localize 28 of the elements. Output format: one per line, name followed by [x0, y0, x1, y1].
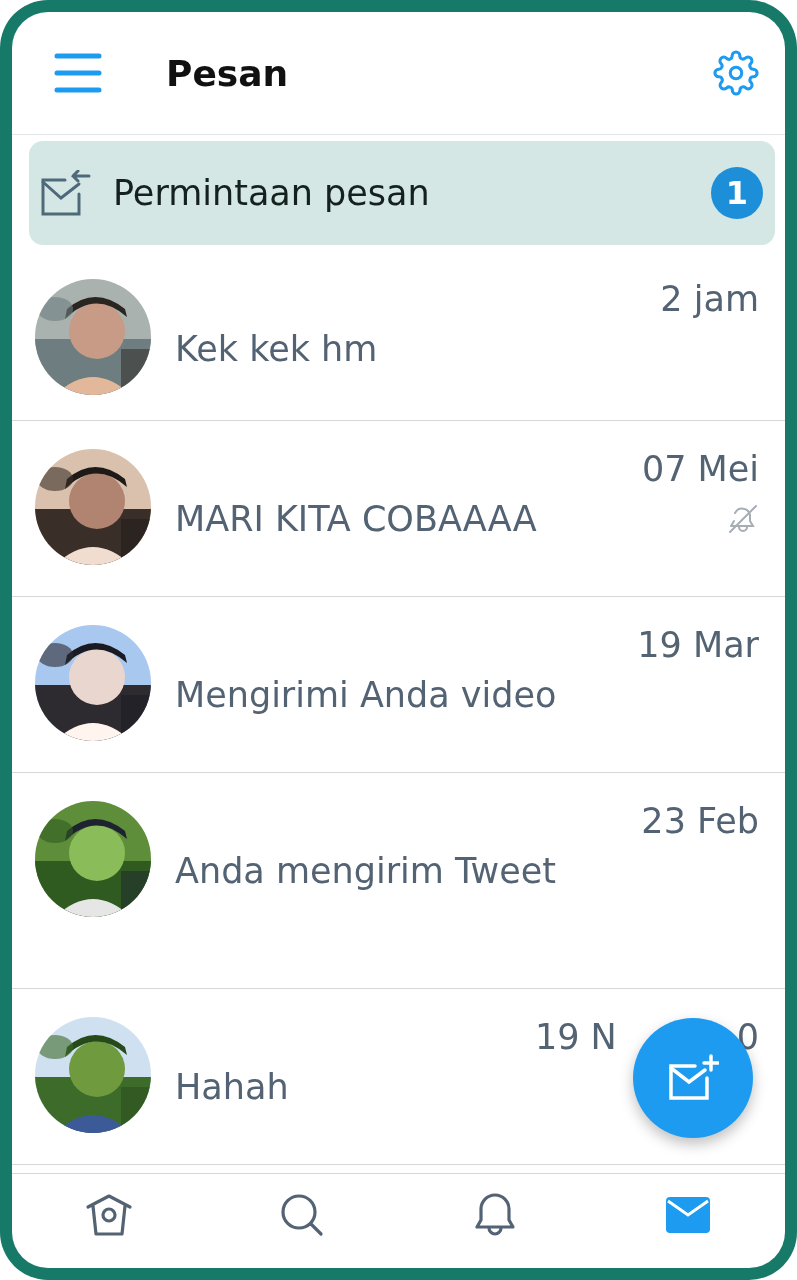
conversation-row[interactable]: 19 Mar Mengirimi Anda video: [12, 597, 785, 773]
envelope-icon: [666, 1195, 711, 1235]
conversation-row[interactable]: 07 Mei MARI KITA COBAAAA: [12, 421, 785, 597]
search-icon: [279, 1193, 324, 1237]
conversation-row[interactable]: 23 Feb Anda mengirim Tweet: [12, 773, 785, 989]
message-time: 19 Mar: [637, 625, 759, 665]
home-icon: [84, 1193, 133, 1237]
conversation-row[interactable]: 2 jam Kek kek hm: [12, 251, 785, 421]
message-time: 23 Feb: [641, 801, 759, 841]
message-time: 19 N: [534, 1017, 617, 1057]
message-preview: Kek kek hm: [175, 329, 378, 369]
message-time: 2 jam: [660, 279, 759, 319]
settings-icon: [713, 50, 759, 96]
message-preview: Anda mengirim Tweet: [175, 851, 556, 891]
message-preview: Mengirimi Anda video: [175, 675, 557, 715]
message-requests-button[interactable]: Permintaan pesan 1: [29, 141, 775, 245]
menu-button[interactable]: [54, 52, 102, 94]
envelope-arrow-icon: [39, 170, 91, 216]
compose-message-icon: [667, 1054, 719, 1102]
count-badge: 1: [711, 167, 763, 219]
message-preview: MARI KITA COBAAAA: [175, 499, 537, 539]
message-preview: Hahah: [175, 1067, 289, 1107]
message-time: 0: [736, 1017, 759, 1057]
message-requests-label: Permintaan pesan: [113, 173, 431, 213]
page-title: Pesan: [166, 52, 290, 94]
menu-icon: [54, 52, 102, 94]
settings-button[interactable]: [713, 50, 759, 96]
message-time: 07 Mei: [641, 449, 759, 489]
